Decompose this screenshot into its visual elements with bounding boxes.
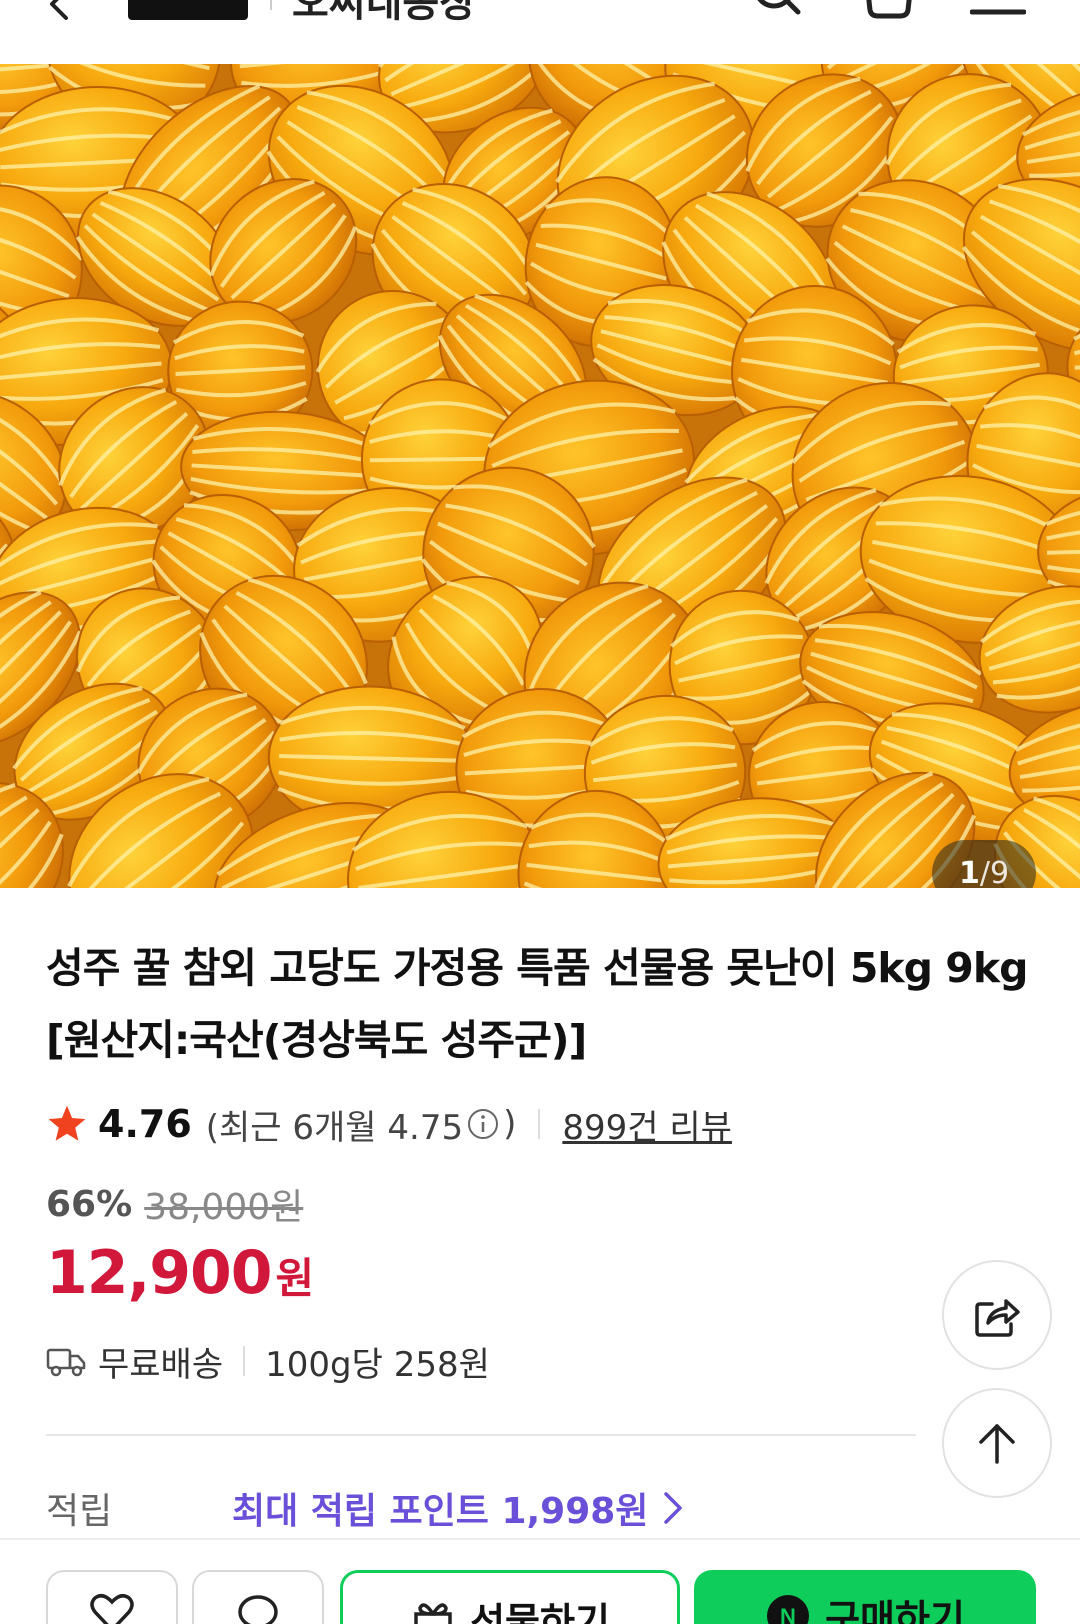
rating-divider: [538, 1109, 541, 1139]
recent-rating-close: ): [503, 1104, 517, 1144]
cart-icon[interactable]: [860, 0, 916, 20]
rating-row: 4.76 (최근 6개월 4.75 ) 899건 리뷰: [46, 1096, 732, 1152]
gift-button[interactable]: 선물하기: [340, 1570, 680, 1624]
unit-price: 100g당 258원: [265, 1344, 490, 1385]
product-title: 성주 꿀 참외 고당도 가정용 특품 선물용 못난이 5kg 9kg [원산지:…: [46, 944, 1028, 1064]
arrow-up-icon: [979, 1424, 1015, 1464]
share-icon: [975, 1299, 1020, 1337]
truck-icon: [46, 1348, 86, 1377]
chat-icon: [238, 1595, 278, 1624]
points-label: 적립: [46, 1491, 113, 1532]
image-counter: 1 / 9: [932, 840, 1036, 888]
gift-label: 선물하기: [470, 1600, 610, 1624]
store-name[interactable]: 오씨네농장: [292, 0, 476, 28]
sale-price: 12,900 원: [46, 1238, 315, 1308]
sale-price-unit: 원: [275, 1254, 315, 1303]
image-current-index: 1: [958, 855, 980, 889]
points-row[interactable]: 적립 최대 적립 포인트 1,998원: [46, 1480, 688, 1536]
points-value[interactable]: 최대 적립 포인트 1,998원: [232, 1482, 648, 1534]
bottom-action-bar: 선물하기 N 구매하기: [0, 1538, 1080, 1624]
gift-icon: [414, 1602, 452, 1624]
image-total-count: 9: [989, 855, 1010, 889]
discount-row: 66% 38,000원: [46, 1178, 303, 1230]
product-image[interactable]: 1 / 9: [0, 64, 1080, 888]
svg-text:N: N: [780, 1604, 796, 1624]
chevron-right-icon: [664, 1492, 683, 1524]
store-logo[interactable]: [128, 0, 248, 20]
section-divider: [46, 1434, 916, 1436]
chat-button[interactable]: [192, 1570, 324, 1624]
npay-icon: N: [767, 1594, 810, 1624]
wishlist-button[interactable]: [46, 1570, 178, 1624]
header-divider: [270, 0, 272, 10]
product-photo: [0, 64, 1080, 888]
scroll-top-button[interactable]: [942, 1388, 1052, 1498]
top-header: 오씨네농장: [0, 0, 1080, 64]
review-count-link[interactable]: 899건 리뷰: [562, 1100, 732, 1149]
sale-price-amount: 12,900: [46, 1238, 273, 1308]
share-button[interactable]: [942, 1260, 1052, 1370]
back-arrow-icon[interactable]: [40, 0, 76, 22]
shipping-divider: [243, 1346, 246, 1376]
rating-value: 4.76: [98, 1102, 192, 1146]
original-price: 38,000원: [144, 1187, 304, 1228]
shipping-row: 무료배송 100g당 258원: [46, 1336, 490, 1386]
info-icon[interactable]: [467, 1108, 499, 1140]
discount-rate: 66%: [46, 1183, 133, 1225]
buy-button[interactable]: N 구매하기: [694, 1570, 1036, 1624]
menu-icon[interactable]: [970, 0, 1026, 20]
recent-rating: (최근 6개월 4.75: [205, 1107, 464, 1148]
heart-icon: [90, 1594, 134, 1624]
star-icon: [48, 1105, 86, 1141]
image-separator: /: [979, 855, 990, 889]
search-icon[interactable]: [748, 0, 804, 20]
shipping-label: 무료배송: [98, 1344, 224, 1385]
buy-label: 구매하기: [825, 1597, 965, 1624]
